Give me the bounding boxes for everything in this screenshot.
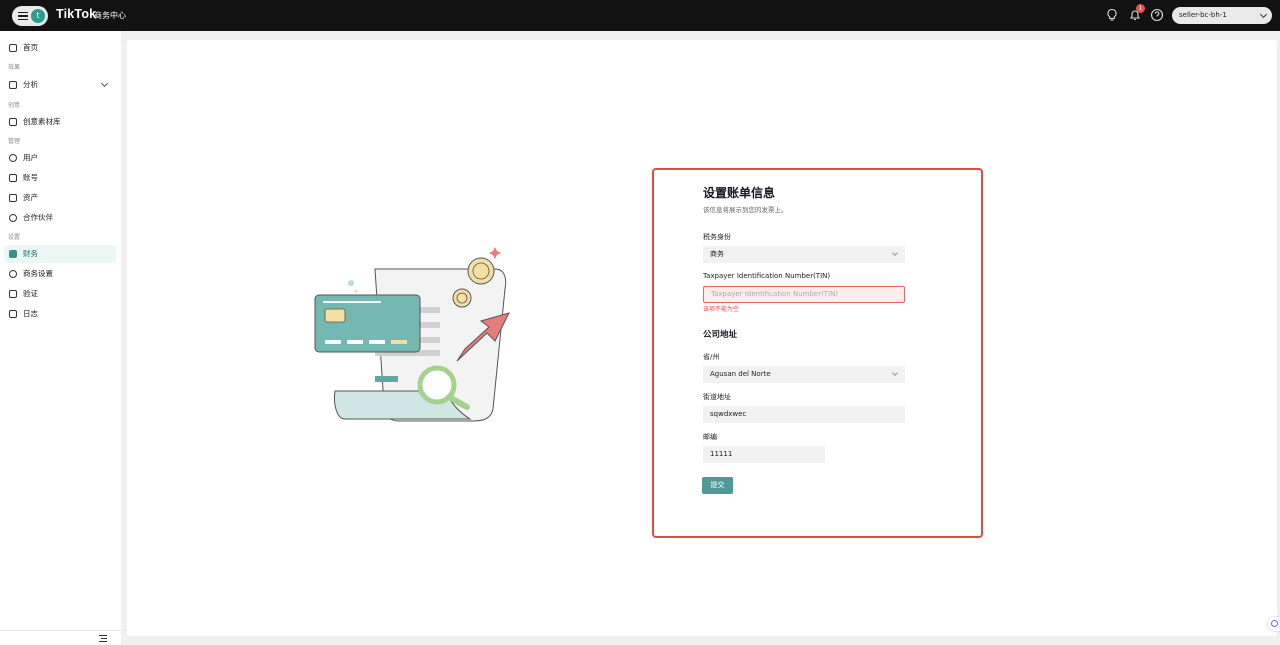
menu-button[interactable]: t (12, 6, 48, 26)
sidebar-section-creative: 创意 (8, 102, 21, 109)
sidebar-item-label: 验证 (23, 289, 38, 298)
form-subtitle: 该信息将展示到您的发票上。 (703, 206, 788, 214)
street-label: 街道地址 (703, 393, 731, 401)
settings-icon (9, 270, 17, 278)
sidebar-item-label: 创意素材库 (23, 117, 61, 126)
postcode-input[interactable]: 11111 (703, 446, 825, 463)
billing-illustration (314, 247, 510, 422)
sidebar-footer (0, 630, 121, 645)
top-bar: t TikTok 商务中心 1 seller-bc-bh-1 (0, 0, 1280, 31)
tax-identity-label: 税务身份 (703, 233, 731, 241)
lightbulb-icon[interactable] (1105, 8, 1119, 22)
box-icon (9, 194, 17, 202)
notification-badge: 1 (1136, 4, 1145, 13)
log-icon (9, 310, 17, 318)
province-select[interactable]: Agusan del Norte (703, 366, 905, 383)
form-title: 设置账单信息 (703, 186, 776, 200)
tax-identity-value: 商务 (710, 250, 724, 258)
sidebar-item-analysis[interactable]: 分析 (4, 76, 116, 94)
account-icon (9, 174, 17, 182)
help-icon[interactable] (1150, 8, 1164, 22)
sidebar-item-label: 分析 (23, 80, 38, 89)
sidebar-item-accounts[interactable]: 账号 (4, 169, 116, 187)
sidebar-item-creative-library[interactable]: 创意素材库 (4, 113, 116, 131)
postcode-label: 邮编 (703, 433, 717, 441)
sidebar-item-label: 用户 (23, 153, 38, 162)
sidebar: 首页 效果 分析 创意 创意素材库 管理 用户 账号 资产 合作伙伴 设置 财务… (0, 31, 121, 645)
avatar: t (31, 9, 45, 23)
tin-input[interactable]: Taxpayer Identification Number(TIN) (703, 286, 905, 303)
brand-subtitle: 商务中心 (94, 11, 126, 20)
sidebar-item-label: 首页 (23, 43, 38, 52)
tin-error-message: 该项不能为空 (703, 306, 740, 313)
assistant-float-button[interactable] (1268, 617, 1280, 631)
chevron-down-icon (1259, 10, 1268, 19)
collapse-sidebar-icon[interactable] (99, 635, 107, 642)
sidebar-item-logs[interactable]: 日志 (4, 305, 116, 323)
sidebar-item-label: 合作伙伴 (23, 213, 53, 222)
chevron-down-icon (892, 370, 898, 376)
sidebar-item-finance[interactable]: 财务 (4, 245, 116, 263)
sidebar-item-users[interactable]: 用户 (4, 149, 116, 167)
sidebar-item-label: 商务设置 (23, 269, 53, 278)
folder-icon (9, 290, 17, 298)
chevron-down-icon (892, 250, 898, 256)
sidebar-item-label: 财务 (23, 249, 38, 258)
postcode-value: 11111 (710, 450, 733, 458)
sidebar-item-label: 账号 (23, 173, 38, 182)
menu-icon (18, 12, 28, 20)
street-value: sqwdxwec (710, 410, 747, 418)
brand-logo: TikTok (56, 7, 97, 21)
analysis-icon (9, 81, 17, 89)
account-selector[interactable]: seller-bc-bh-1 (1172, 7, 1272, 24)
billing-form: 设置账单信息 该信息将展示到您的发票上。 税务身份 商务 Taxpayer Id… (652, 168, 983, 538)
address-section-title: 公司地址 (703, 330, 738, 340)
street-input[interactable]: sqwdxwec (703, 406, 905, 423)
sidebar-item-partners[interactable]: 合作伙伴 (4, 209, 116, 227)
sidebar-item-label: 日志 (23, 309, 38, 318)
sidebar-item-label: 资产 (23, 193, 38, 202)
sidebar-section-effect: 效果 (8, 64, 21, 71)
submit-button[interactable]: 提交 (702, 477, 733, 494)
sidebar-item-home[interactable]: 首页 (4, 39, 116, 57)
account-name: seller-bc-bh-1 (1179, 11, 1227, 19)
province-label: 省/州 (703, 353, 720, 361)
partners-icon (9, 214, 17, 222)
tin-placeholder: Taxpayer Identification Number(TIN) (711, 290, 839, 298)
sidebar-item-assets[interactable]: 资产 (4, 189, 116, 207)
tax-identity-select[interactable]: 商务 (703, 246, 905, 263)
sidebar-section-manage: 管理 (8, 138, 21, 145)
province-value: Agusan del Norte (710, 370, 771, 378)
finance-icon (9, 250, 17, 258)
user-icon (9, 154, 17, 162)
sidebar-item-verification[interactable]: 验证 (4, 285, 116, 303)
tin-label: Taxpayer Identification Number(TIN) (703, 272, 831, 280)
chevron-down-icon (100, 79, 109, 88)
sidebar-item-business-settings[interactable]: 商务设置 (4, 265, 116, 283)
library-icon (9, 118, 17, 126)
home-icon (9, 44, 17, 52)
assistant-icon (1271, 620, 1278, 627)
sidebar-section-settings: 设置 (8, 234, 21, 241)
